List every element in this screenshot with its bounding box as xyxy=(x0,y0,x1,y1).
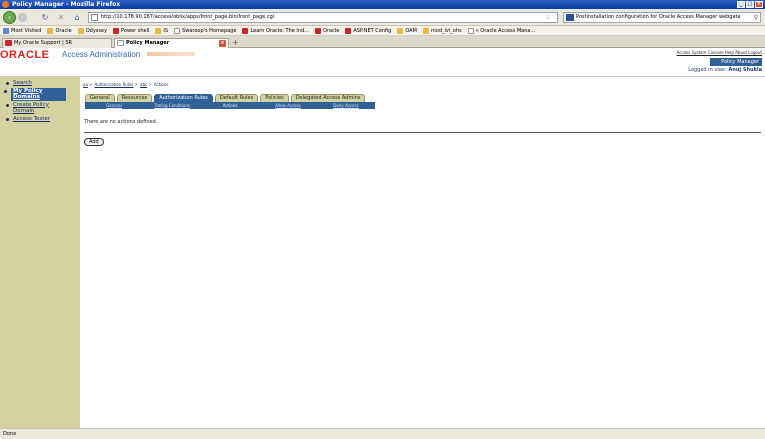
window-title-bar: Policy Manager - Mozilla Firefox _ □ × xyxy=(0,0,765,9)
folder-icon xyxy=(3,27,9,34)
page-icon xyxy=(91,14,98,21)
policy-manager-badge: Policy Manager xyxy=(710,58,762,66)
browser-tab-strip: My Oracle Support | SR Policy Manager × … xyxy=(0,36,765,48)
forward-button[interactable]: › xyxy=(18,13,27,22)
oracle-icon xyxy=(242,27,249,34)
app-title: Access Administration xyxy=(62,50,141,59)
content-divider xyxy=(84,132,761,133)
breadcrumb-actions: Actions xyxy=(153,82,169,87)
bookmark-mod-ohs[interactable]: mod_ivl_ohs xyxy=(422,27,462,34)
breadcrumb: aa> Authorization Rules> abc> Actions xyxy=(83,82,169,87)
subtab-timing-conditions[interactable]: Timing Conditions xyxy=(143,102,201,109)
search-engine-icon[interactable] xyxy=(566,14,574,21)
no-actions-message: There are no actions defined. xyxy=(84,119,158,125)
tab-resources[interactable]: Resources xyxy=(116,94,153,102)
status-bar: Done xyxy=(0,428,765,439)
folder-icon xyxy=(397,27,404,34)
policy-tabs: General Resources Authorization Rules De… xyxy=(85,94,366,102)
bookmark-odyssey[interactable]: Odyssey xyxy=(77,27,107,34)
top-links[interactable]: Access System Console Help About Logout xyxy=(677,50,763,55)
folder-icon xyxy=(422,27,429,34)
minimize-button[interactable]: _ xyxy=(737,1,745,8)
breadcrumb-abc[interactable]: abc xyxy=(140,82,147,87)
main-content: aa> Authorization Rules> abc> Actions Ge… xyxy=(80,77,765,428)
tab-delegated-access-admins[interactable]: Delegated Access Admins xyxy=(290,94,366,102)
bookmark-oracle-access[interactable]: » Oracle Access Mana... xyxy=(467,27,535,34)
home-icon[interactable]: ⌂ xyxy=(72,13,82,23)
maximize-button[interactable]: □ xyxy=(746,1,754,8)
back-button[interactable]: ‹ xyxy=(3,11,16,24)
breadcrumb-authorization-rules[interactable]: Authorization Rules xyxy=(95,82,134,87)
address-bar[interactable]: http://10.178.90.167/access/oblix/apps/f… xyxy=(88,12,558,23)
authorization-subtabs: General Timing Conditions Actions Allow … xyxy=(85,102,375,109)
close-window-button[interactable]: × xyxy=(755,1,763,8)
stop-icon[interactable]: ✕ xyxy=(56,13,66,23)
bookmark-is[interactable]: IS xyxy=(155,27,168,34)
title-decoration xyxy=(147,52,195,56)
window-title: Policy Manager - Mozilla Firefox xyxy=(12,1,121,8)
bookmark-icon xyxy=(345,27,352,34)
folder-icon xyxy=(155,27,162,34)
close-tab-icon[interactable]: × xyxy=(219,40,226,47)
browser-tab-policy-manager[interactable]: Policy Manager × xyxy=(114,38,229,48)
folder-icon xyxy=(47,27,54,34)
add-button[interactable]: Add xyxy=(84,138,104,146)
logged-in-label: Logged in user: xyxy=(688,67,727,73)
oracle-logo: ORACLE xyxy=(0,49,50,61)
subtab-allow-access[interactable]: Allow Access xyxy=(259,102,317,109)
reload-icon[interactable]: ↻ xyxy=(40,13,50,23)
bookmark-learn-oracle[interactable]: Learn Oracle: The Ind... xyxy=(242,27,309,34)
page-icon xyxy=(174,27,181,34)
nav-item-my-policy-domains[interactable]: My Policy Domains xyxy=(4,87,66,101)
tab-policies[interactable]: Policies xyxy=(260,94,289,102)
nav-item-access-tester[interactable]: Access Tester xyxy=(6,116,80,123)
firefox-icon xyxy=(2,1,9,8)
oracle-icon xyxy=(315,27,322,34)
bookmark-swaroop[interactable]: Swaroop's Homepage xyxy=(174,27,236,34)
bookmark-aspnet[interactable]: ASP.NET Config xyxy=(345,27,391,34)
subtab-general[interactable]: General xyxy=(85,102,143,109)
window-controls: _ □ × xyxy=(737,1,763,8)
search-field[interactable]: Postinstallation configuration for Oracl… xyxy=(563,12,761,23)
bookmarks-toolbar: Most Visited Oracle Odyssey Power shell … xyxy=(0,26,765,36)
logged-in-info: Logged in user: Anuj Shukla xyxy=(688,67,762,73)
tab-authorization-rules[interactable]: Authorization Rules xyxy=(154,94,213,102)
tab-default-rules[interactable]: Default Rules xyxy=(214,94,259,102)
subtab-deny-access[interactable]: Deny Access xyxy=(317,102,375,109)
folder-icon xyxy=(77,27,84,34)
bookmark-star-icon[interactable]: ☆ xyxy=(545,13,551,22)
app-header: ORACLE Access Administration Access Syst… xyxy=(0,48,765,76)
bookmark-power-shell[interactable]: Power shell xyxy=(113,27,149,34)
breadcrumb-aa[interactable]: aa xyxy=(83,82,88,87)
user-name: Anuj Shukla xyxy=(728,67,762,73)
nav-item-search[interactable]: Search xyxy=(6,80,80,87)
subtab-actions[interactable]: Actions xyxy=(201,102,259,109)
bookmark-oracle-2[interactable]: Oracle xyxy=(315,27,339,34)
nav-item-create-policy-domain[interactable]: Create Policy Domain xyxy=(6,102,65,115)
new-tab-button[interactable]: + xyxy=(232,38,239,47)
bookmark-icon xyxy=(113,27,120,34)
bookmark-most-visited[interactable]: Most Visited xyxy=(3,27,41,34)
status-text: Done xyxy=(3,431,17,437)
bookmark-oam[interactable]: OAM xyxy=(397,27,417,34)
navigation-toolbar: ‹ › ↻ ✕ ⌂ http://10.178.90.167/access/ob… xyxy=(0,9,765,26)
tab-general[interactable]: General xyxy=(85,94,115,102)
browser-tab-oracle-support[interactable]: My Oracle Support | SR xyxy=(2,38,112,48)
oracle-icon xyxy=(5,40,12,46)
search-icon[interactable]: ⚲ xyxy=(754,13,758,22)
search-text: Postinstallation configuration for Oracl… xyxy=(576,14,741,20)
page-icon xyxy=(117,40,124,46)
url-text: http://10.178.90.167/access/oblix/apps/f… xyxy=(101,14,275,20)
left-navigation: Search My Policy Domains Create Policy D… xyxy=(0,77,80,428)
bookmark-oracle[interactable]: Oracle xyxy=(47,27,72,34)
page-icon xyxy=(467,27,474,34)
